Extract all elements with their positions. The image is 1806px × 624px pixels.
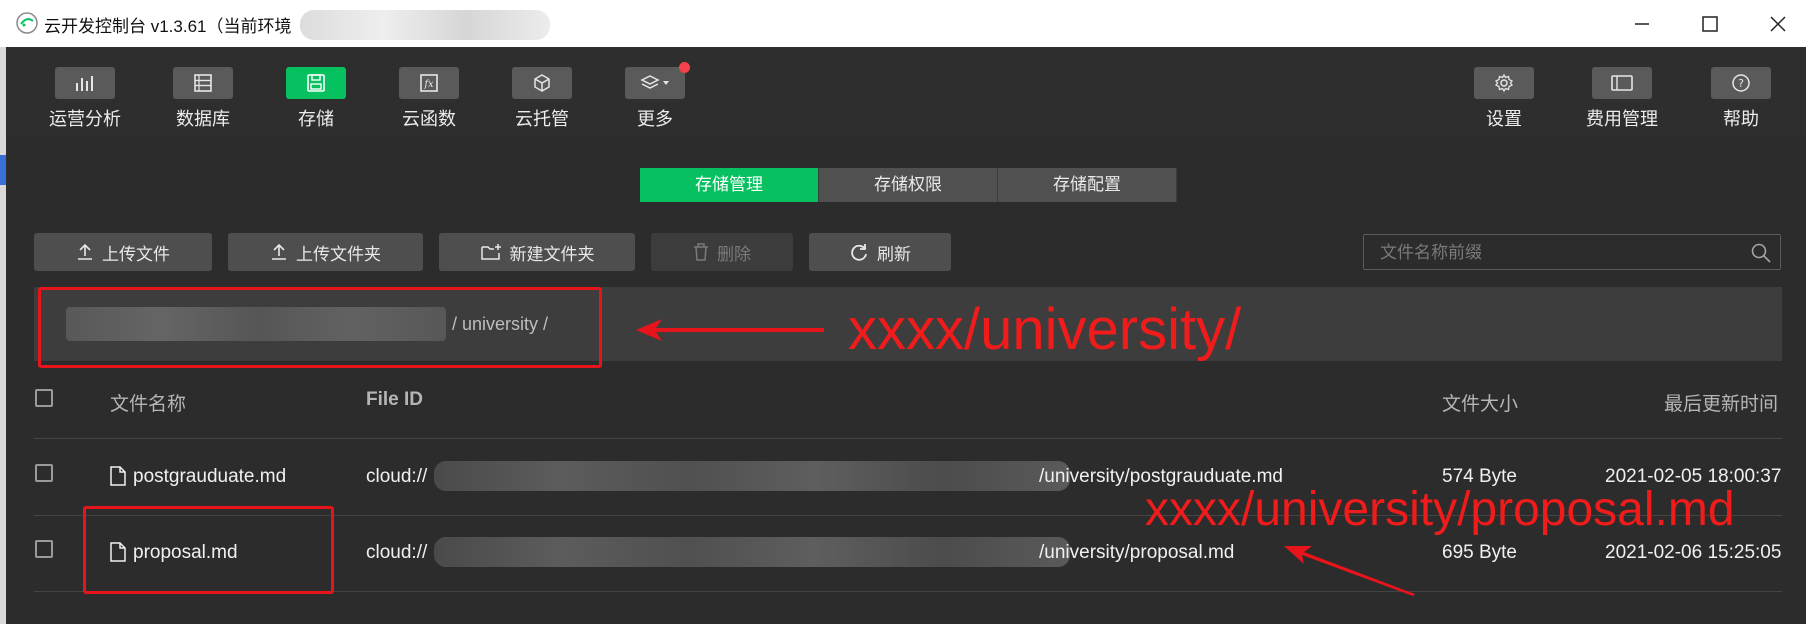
tab-storage-management[interactable]: 存储管理 xyxy=(640,168,819,202)
file-updated: 2021-02-06 15:25:05 xyxy=(1605,542,1782,563)
nav-cloud-hosting[interactable]: 云托管 xyxy=(482,67,602,131)
select-all-checkbox[interactable] xyxy=(35,389,53,407)
column-header-file-id: File ID xyxy=(366,389,424,410)
svg-text:fx: fx xyxy=(423,79,434,90)
new-folder-button[interactable]: 新建文件夹 xyxy=(439,233,635,271)
file-id-suffix: /university/proposal.md xyxy=(1039,542,1235,563)
tab-storage-permissions[interactable]: 存储权限 xyxy=(819,168,998,202)
redacted-file-id xyxy=(434,537,1070,567)
column-header-size: 文件大小 xyxy=(1442,394,1519,415)
search-icon[interactable] xyxy=(1750,242,1772,264)
billing-icon xyxy=(1611,75,1633,91)
annotation-box-file xyxy=(83,506,334,594)
function-icon: fx xyxy=(420,74,438,92)
upload-folder-button[interactable]: 上传文件夹 xyxy=(228,233,423,271)
top-navigation: 运营分析 数据库 存储 fx 云函数 云托管 更多 设置 费用管理 ? 帮助 xyxy=(6,47,1806,135)
search-input[interactable] xyxy=(1378,235,1742,271)
file-id-prefix: cloud:// xyxy=(366,466,428,487)
table-header: 文件名称 File ID 文件大小 最后更新时间 xyxy=(34,378,1782,439)
nav-billing[interactable]: 费用管理 xyxy=(1562,67,1682,131)
help-icon: ? xyxy=(1732,74,1750,92)
window-titlebar: 云开发控制台 v1.3.61（当前环境 xyxy=(0,0,1806,47)
nav-more[interactable]: 更多 xyxy=(595,62,715,131)
nav-help[interactable]: ? 帮助 xyxy=(1681,67,1801,131)
nav-analytics[interactable]: 运营分析 xyxy=(25,67,145,131)
refresh-icon xyxy=(851,244,867,261)
window-title: 云开发控制台 v1.3.61（当前环境 xyxy=(44,17,292,36)
file-icon xyxy=(110,466,126,486)
database-icon xyxy=(194,74,212,92)
app-logo-icon xyxy=(16,12,38,34)
annotation-arrow-diagonal xyxy=(1284,546,1415,596)
tab-storage-config[interactable]: 存储配置 xyxy=(998,168,1177,202)
nav-storage[interactable]: 存储 xyxy=(256,67,376,131)
layers-icon xyxy=(640,75,669,89)
search-box xyxy=(1363,234,1781,271)
annotation-path-note: xxxx/university/ xyxy=(848,297,1242,362)
trash-icon xyxy=(694,243,708,261)
nav-settings[interactable]: 设置 xyxy=(1444,67,1564,131)
annotation-box-path xyxy=(38,287,602,368)
storage-tabs: 存储管理 存储权限 存储配置 xyxy=(640,168,1177,202)
close-button[interactable] xyxy=(1758,9,1798,39)
minimize-icon xyxy=(1635,23,1649,25)
upload-icon xyxy=(78,243,92,260)
annotation-arrow-left xyxy=(636,319,824,341)
nav-cloud-functions[interactable]: fx 云函数 xyxy=(369,67,489,131)
file-name[interactable]: postgrauduate.md xyxy=(133,466,286,488)
upload-file-button[interactable]: 上传文件 xyxy=(34,233,212,271)
column-header-updated: 最后更新时间 xyxy=(1664,394,1779,415)
new-folder-icon xyxy=(480,244,501,260)
row-checkbox[interactable] xyxy=(35,540,53,558)
file-size: 695 Byte xyxy=(1442,542,1517,563)
svg-text:?: ? xyxy=(1738,77,1744,90)
gear-icon xyxy=(1495,73,1513,93)
cube-icon xyxy=(534,74,550,92)
row-checkbox[interactable] xyxy=(35,464,53,482)
close-icon xyxy=(1770,16,1786,32)
nav-database[interactable]: 数据库 xyxy=(143,67,263,131)
storage-icon xyxy=(307,74,325,92)
upload-icon xyxy=(272,243,286,260)
maximize-button[interactable] xyxy=(1690,9,1730,39)
annotation-file-note: xxxx/university/proposal.md xyxy=(1145,483,1735,536)
bar-chart-icon xyxy=(76,76,93,91)
column-header-name: 文件名称 xyxy=(110,394,187,415)
file-id-prefix: cloud:// xyxy=(366,542,428,563)
minimize-button[interactable] xyxy=(1622,9,1662,39)
maximize-icon xyxy=(1702,16,1718,32)
delete-button[interactable]: 删除 xyxy=(651,233,793,271)
redacted-file-id xyxy=(434,461,1070,491)
refresh-button[interactable]: 刷新 xyxy=(809,233,951,271)
redacted-environment xyxy=(300,10,550,40)
notification-dot xyxy=(679,62,690,73)
